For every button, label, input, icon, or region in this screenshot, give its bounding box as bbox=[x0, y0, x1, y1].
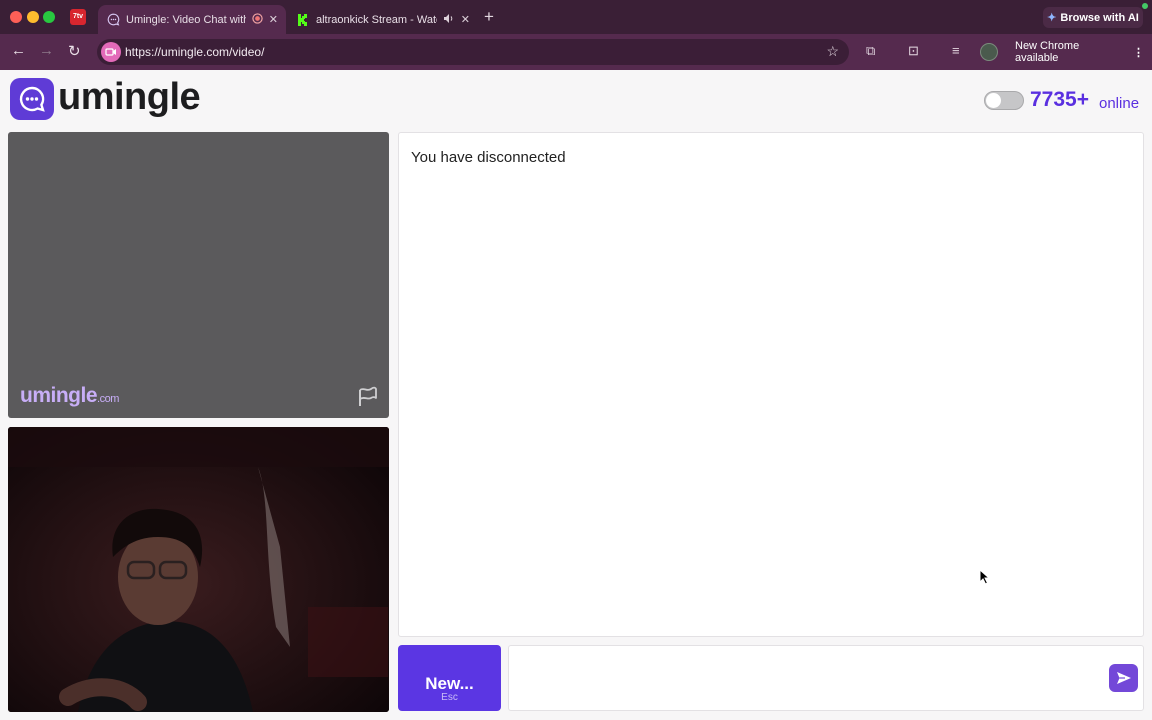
message-input[interactable] bbox=[508, 645, 1144, 711]
online-count: 7735+ bbox=[1030, 88, 1089, 111]
tab-close-icon[interactable]: ✕ bbox=[269, 13, 278, 26]
extensions-icon[interactable]: ⧉ bbox=[866, 43, 875, 59]
chrome-update-button[interactable]: New Chrome available ⋮ bbox=[1010, 40, 1144, 64]
new-tab-button[interactable]: + bbox=[484, 7, 494, 27]
media-controls-icon[interactable]: ≡ bbox=[952, 43, 960, 58]
browser-tab-bar: 7tv Umingle: Video Chat with ✕ altraonki… bbox=[0, 0, 1152, 34]
new-button-hint: Esc bbox=[441, 691, 458, 703]
webcam-scene bbox=[8, 427, 389, 712]
theme-toggle[interactable] bbox=[984, 91, 1024, 110]
pinned-tab[interactable]: 7tv bbox=[70, 9, 86, 25]
video-watermark: umingle.com bbox=[20, 384, 119, 407]
back-arrow-icon[interactable]: ← bbox=[11, 42, 26, 59]
kebab-menu-icon[interactable]: ⋮ bbox=[1133, 46, 1144, 59]
reload-icon[interactable]: ↻ bbox=[68, 42, 81, 60]
sparkle-icon: ✦ bbox=[1047, 12, 1057, 24]
online-label: online bbox=[1099, 95, 1140, 112]
browse-with-ai-button[interactable]: ✦ Browse with AI bbox=[1043, 7, 1143, 28]
site-info-icon[interactable] bbox=[101, 42, 121, 62]
browser-toolbar: ← → ↻ https://umingle.com/video/ ☆ ⧉ ⊡ ≡… bbox=[0, 34, 1152, 70]
forward-arrow-icon[interactable]: → bbox=[39, 42, 54, 59]
record-icon bbox=[252, 12, 263, 27]
chat-log: You have disconnected bbox=[398, 132, 1144, 637]
stranger-video: umingle.com bbox=[8, 132, 389, 418]
window-minimize-button[interactable] bbox=[27, 11, 39, 23]
logo-icon[interactable] bbox=[10, 78, 54, 120]
status-dot bbox=[1142, 3, 1148, 9]
logo-text[interactable]: umingle bbox=[58, 76, 201, 119]
tab-title: Umingle: Video Chat with bbox=[126, 13, 246, 26]
send-icon[interactable] bbox=[1109, 664, 1138, 692]
chat-bubble-icon bbox=[106, 13, 120, 27]
toggle-knob bbox=[986, 93, 1001, 108]
mouse-cursor-icon bbox=[979, 569, 991, 585]
speaker-icon[interactable] bbox=[443, 13, 455, 27]
star-icon[interactable]: ☆ bbox=[826, 43, 839, 60]
flag-icon[interactable] bbox=[357, 386, 379, 408]
tab-title: altraonkick Stream - Watc bbox=[316, 13, 437, 26]
tab-umingle[interactable]: Umingle: Video Chat with ✕ bbox=[98, 5, 286, 34]
tab-close-icon[interactable]: ✕ bbox=[461, 13, 470, 26]
kick-icon bbox=[296, 13, 310, 27]
new-button-label: New... bbox=[425, 673, 474, 693]
window-zoom-button[interactable] bbox=[43, 11, 55, 23]
new-chat-button[interactable]: New... Esc bbox=[398, 645, 501, 711]
disconnect-message: You have disconnected bbox=[411, 149, 566, 166]
url-text[interactable]: https://umingle.com/video/ bbox=[125, 45, 264, 59]
self-camera-video bbox=[8, 427, 389, 712]
tab-kick-stream[interactable]: altraonkick Stream - Watc ✕ bbox=[288, 5, 478, 34]
window-close-button[interactable] bbox=[10, 11, 22, 23]
profile-avatar[interactable] bbox=[980, 43, 998, 61]
screen-share-icon[interactable]: ⊡ bbox=[908, 43, 919, 59]
address-bar[interactable]: https://umingle.com/video/ ☆ bbox=[97, 39, 849, 65]
